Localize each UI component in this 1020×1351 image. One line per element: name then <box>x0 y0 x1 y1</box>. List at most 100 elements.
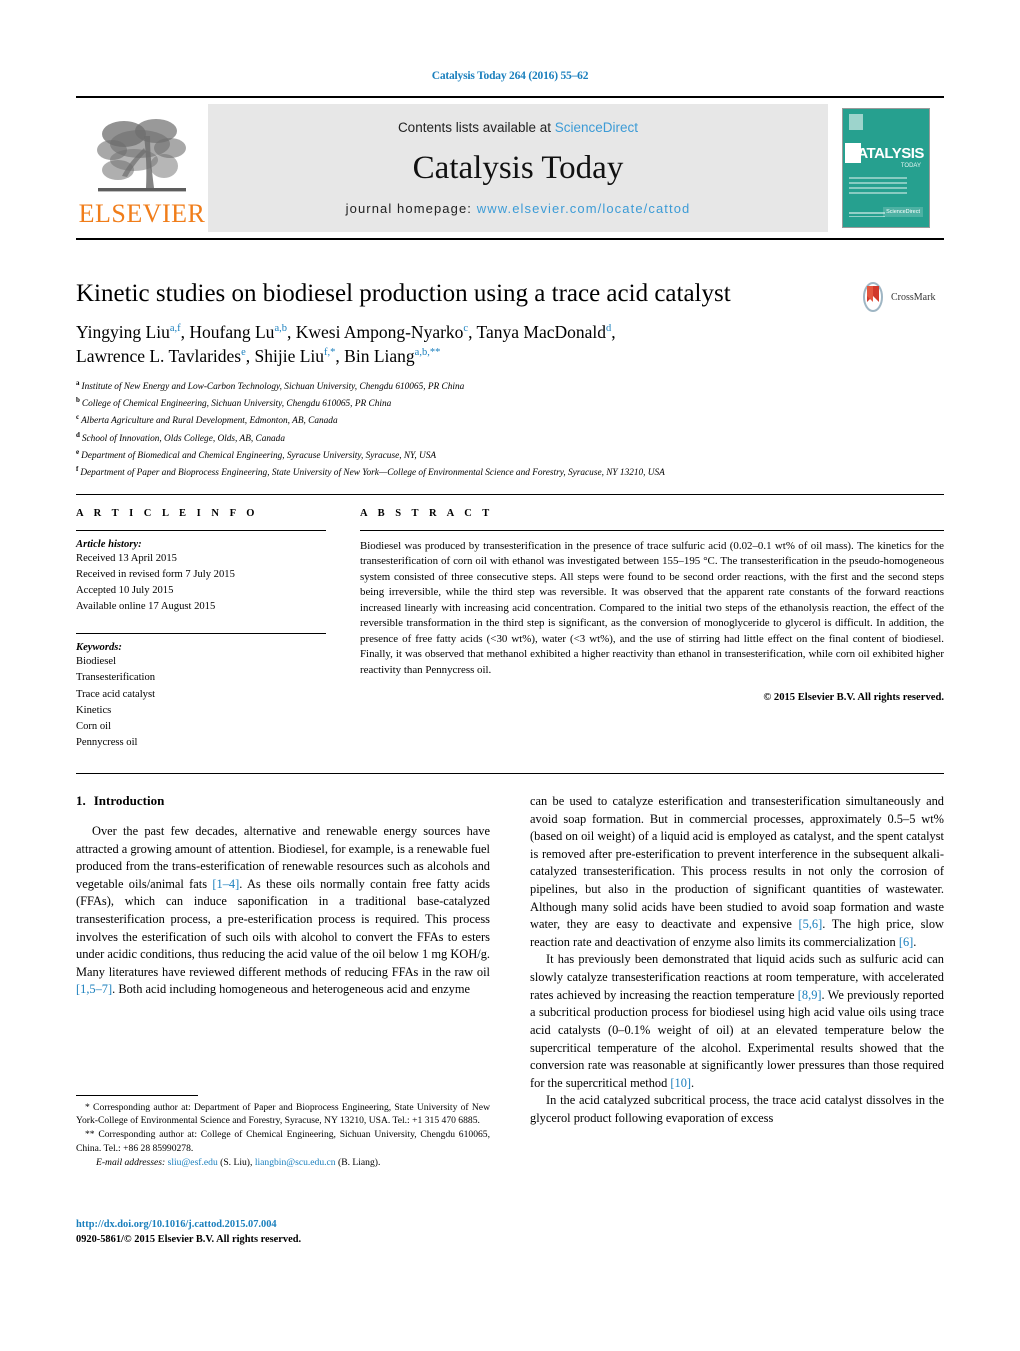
email-link-1[interactable]: sliu@esf.edu <box>168 1157 218 1168</box>
email-label: E-mail addresses: <box>96 1156 166 1168</box>
email-owner-1: (S. Liu), <box>220 1156 253 1168</box>
sciencedirect-link[interactable]: ScienceDirect <box>555 120 638 135</box>
body-column-right: can be used to catalyze esterification a… <box>530 793 944 1128</box>
section-heading-introduction: 1. Introduction <box>76 793 490 809</box>
contents-prefix: Contents lists available at <box>397 120 555 135</box>
email-link-2[interactable]: liangbin@scu.edu.cn <box>255 1157 336 1168</box>
journal-homepage-line: journal homepage: www.elsevier.com/locat… <box>346 201 691 216</box>
affiliation-list: a Institute of New Energy and Low-Carbon … <box>76 378 944 481</box>
email-owner-2: (B. Liang). <box>338 1156 381 1168</box>
article-history-item: Accepted 10 July 2015 <box>76 585 174 597</box>
affiliation-text: Department of Biomedical and Chemical En… <box>81 450 437 461</box>
running-head: Catalysis Today 264 (2016) 55–62 <box>431 70 589 82</box>
cover-text-lines <box>849 177 907 197</box>
cover-title: CATALYSIS <box>847 145 924 162</box>
body-column-left: 1. Introduction Over the past few decades… <box>76 793 490 999</box>
author-line-2: Lawrence L. Tavlaridese, Shijie Liuf,*, … <box>76 346 441 367</box>
article-history-item: Received 13 April 2015 <box>76 553 177 564</box>
affiliation-mark: f <box>76 464 79 473</box>
crossmark-badge[interactable]: CrossMark <box>858 282 944 312</box>
elsevier-wordmark: ELSEVIER <box>78 198 206 228</box>
contents-available-line: Contents lists available at ScienceDirec… <box>398 120 638 135</box>
abstract-section: A B S T R A C T Biodiesel was produced b… <box>360 508 944 703</box>
section-title: Introduction <box>93 793 165 808</box>
paragraph: In the acid catalyzed subcritical proces… <box>530 1093 944 1125</box>
abstract-text: Biodiesel was produced by transesterific… <box>360 540 944 676</box>
article-info-rule <box>76 530 326 531</box>
cover-sciencedirect-badge: ScienceDirect <box>883 207 923 217</box>
abstract-heading: A B S T R A C T <box>360 508 494 519</box>
article-info-heading: A R T I C L E I N F O <box>76 508 259 519</box>
affiliation-text: School of Innovation, Olds College, Olds… <box>81 433 285 444</box>
affiliation-text: Alberta Agriculture and Rural Developmen… <box>81 416 338 427</box>
masthead-center: Contents lists available at ScienceDirec… <box>208 104 828 232</box>
citation-ref[interactable]: [8,9] <box>798 988 822 1002</box>
cover-footer-lines <box>849 212 885 219</box>
citation-ref[interactable]: [1–4] <box>212 877 239 891</box>
keyword-item: Kinetics <box>76 704 112 716</box>
doi-link[interactable]: http://dx.doi.org/10.1016/j.cattod.2015.… <box>76 1218 490 1233</box>
abstract-rule <box>360 530 944 531</box>
crossmark-label: CrossMark <box>891 291 936 303</box>
citation-ref[interactable]: [1,5–7] <box>76 982 112 996</box>
keyword-item: Pennycress oil <box>76 736 138 748</box>
affiliation-item: d School of Innovation, Olds College, Old… <box>76 430 944 447</box>
affiliation-mark: a <box>76 379 80 388</box>
affiliation-mark: d <box>76 430 80 439</box>
affiliation-mark: c <box>76 413 80 422</box>
article-history-label: Article history: <box>76 539 142 550</box>
affiliation-item: a Institute of New Energy and Low-Carbon … <box>76 378 944 395</box>
citation-ref[interactable]: [5,6] <box>799 917 823 931</box>
paragraph: can be used to catalyze esterification a… <box>530 794 944 949</box>
citation-ref[interactable]: [6] <box>899 935 913 949</box>
journal-masthead: ELSEVIER Contents lists available at Sci… <box>76 96 944 240</box>
cover-subtitle: TODAY <box>900 163 921 169</box>
affiliation-text: Institute of New Energy and Low-Carbon T… <box>81 382 465 393</box>
article-history-item: Received in revised form 7 July 2015 <box>76 569 235 581</box>
crossmark-icon <box>863 282 883 312</box>
issn-copyright-line: 0920-5861/© 2015 Elsevier B.V. All right… <box>76 1233 302 1245</box>
affiliation-mark: b <box>76 396 80 405</box>
keyword-item: Biodiesel <box>76 656 117 668</box>
article-info-section: A R T I C L E I N F O Article history: R… <box>76 508 326 751</box>
corresponding-author-note-2: ** Corresponding author at: College of C… <box>76 1129 490 1154</box>
journal-cover-image: CATALYSIS TODAY ScienceDirect <box>842 108 930 228</box>
page-title: Kinetic studies on biodiesel production … <box>76 280 731 307</box>
affiliation-item: b College of Chemical Engineering, Sichua… <box>76 395 944 412</box>
author-line-1: Yingying Liua,f, Houfang Lua,b, Kwesi Am… <box>76 321 616 342</box>
affiliation-item: c Alberta Agriculture and Rural Developme… <box>76 412 944 429</box>
abstract-copyright: © 2015 Elsevier B.V. All rights reserved… <box>763 692 944 704</box>
journal-cover-block: CATALYSIS TODAY ScienceDirect <box>828 98 944 238</box>
info-band-bottom-rule <box>76 773 944 774</box>
affiliation-text: College of Chemical Engineering, Sichuan… <box>81 399 392 410</box>
keywords-rule <box>76 633 326 635</box>
paper-page: Catalysis Today 264 (2016) 55–62 ELSEVIE… <box>0 0 1020 1351</box>
journal-title: Catalysis Today <box>412 149 624 186</box>
footnote-rule <box>76 1095 198 1096</box>
affiliation-text: Department of Paper and Bioprocess Engin… <box>80 467 665 478</box>
keywords-label: Keywords: <box>76 642 122 654</box>
info-band-top-rule <box>76 494 944 495</box>
keyword-item: Transesterification <box>76 672 156 684</box>
cover-elsevier-icon <box>849 114 863 130</box>
affiliation-mark: e <box>76 447 80 456</box>
author-list: Yingying Liua,f, Houfang Lua,b, Kwesi Am… <box>76 320 866 370</box>
footnote-block: * Corresponding author at: Department of… <box>76 1095 490 1170</box>
doi-block: http://dx.doi.org/10.1016/j.cattod.2015.… <box>76 1218 490 1247</box>
corresponding-author-note-1: * Corresponding author at: Department of… <box>76 1102 490 1127</box>
homepage-prefix: journal homepage: <box>345 201 477 216</box>
journal-homepage-link[interactable]: www.elsevier.com/locate/cattod <box>477 201 691 216</box>
elsevier-logo: ELSEVIER <box>76 98 208 238</box>
paragraph: It has previously been demonstrated that… <box>530 952 944 1090</box>
citation-ref[interactable]: [10] <box>670 1076 691 1090</box>
article-history-item: Available online 17 August 2015 <box>76 601 216 613</box>
affiliation-item: f Department of Paper and Bioprocess Engi… <box>76 464 944 481</box>
affiliation-item: e Department of Biomedical and Chemical E… <box>76 447 944 464</box>
article-header: Kinetic studies on biodiesel production … <box>76 280 944 481</box>
keyword-item: Corn oil <box>76 720 112 732</box>
keyword-item: Trace acid catalyst <box>76 688 156 700</box>
section-number: 1. <box>76 793 86 808</box>
email-addresses-note: E-mail addresses: sliu@esf.edu (S. Liu),… <box>76 1156 490 1169</box>
paragraph: Over the past few decades, alternative a… <box>76 824 491 997</box>
